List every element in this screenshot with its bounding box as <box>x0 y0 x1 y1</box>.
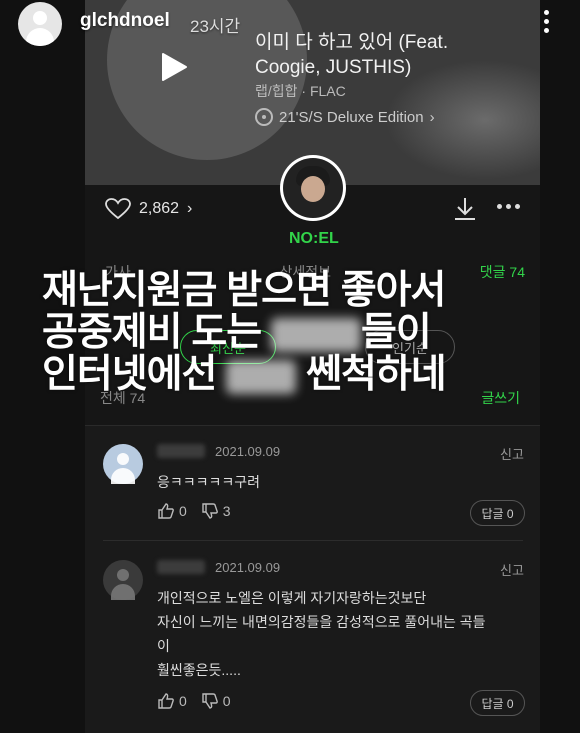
thumbs-down-icon <box>202 503 218 519</box>
comment-actions: 0 3 <box>157 502 231 520</box>
story-header: glchdnoel 23시간 <box>0 0 580 48</box>
story-timestamp: 23시간 <box>190 17 241 36</box>
divider <box>103 540 523 541</box>
play-icon[interactable] <box>160 52 188 82</box>
caption-line-2: 공중제비 도는 들이 <box>42 311 432 354</box>
caption-line-1: 재난지원금 받으면 좋아서 <box>42 269 446 312</box>
comment-text: 개인적으로 노엘은 이렇게 자기자랑하는것보단 자신이 느끼는 내면의감정들을 … <box>157 590 486 678</box>
report-button[interactable]: 신고 <box>500 560 524 579</box>
story-avatar[interactable] <box>18 2 62 46</box>
like-comment-button[interactable]: 0 <box>157 692 187 710</box>
chevron-right-icon: › <box>429 108 435 126</box>
avatar[interactable] <box>103 444 143 484</box>
comment-date: 2021.09.09 <box>215 444 281 459</box>
comment-text: 응ㅋㅋㅋㅋㅋ구려 <box>157 474 261 490</box>
comment-date: 2021.09.09 <box>215 560 281 575</box>
caption-line-3: 인터넷에선 쎈척하네 <box>42 353 447 396</box>
reply-button[interactable]: 답글 0 <box>470 500 525 526</box>
story-caption: 재난지원금 받으면 좋아서 공중제비 도는 들이 인터넷에선 쎈척하네 <box>42 270 562 396</box>
avatar[interactable] <box>103 560 143 600</box>
heart-icon <box>105 198 131 220</box>
comment-list: 2021.09.09 신고 응ㅋㅋㅋㅋㅋ구려 0 3 답글 0 2021.09.… <box>85 425 540 733</box>
reply-button[interactable]: 답글 0 <box>470 690 525 716</box>
thumbs-down-icon <box>202 693 218 709</box>
censored-text <box>226 359 297 394</box>
report-button[interactable]: 신고 <box>500 444 524 463</box>
download-icon[interactable] <box>452 196 478 222</box>
like-count: 2,862 <box>139 200 180 217</box>
thumbs-up-icon <box>158 503 174 519</box>
like-comment-button[interactable]: 0 <box>157 502 187 520</box>
chevron-right-icon: › <box>187 200 193 217</box>
story-username[interactable]: glchdnoel <box>80 10 170 32</box>
dislike-comment-button[interactable]: 0 <box>201 692 231 710</box>
dislike-comment-button[interactable]: 3 <box>201 502 231 520</box>
album-name: 21'S/S Deluxe Edition <box>279 108 424 126</box>
artist-name[interactable]: NO:EL <box>289 230 339 248</box>
comment-author-blurred <box>157 444 205 458</box>
more-vertical-icon[interactable] <box>540 10 552 36</box>
album-link[interactable]: 21'S/S Deluxe Edition › <box>255 108 435 126</box>
like-button[interactable]: 2,862 › <box>105 198 192 220</box>
censored-text <box>270 317 361 352</box>
comment-actions: 0 0 <box>157 692 231 710</box>
artist-avatar[interactable] <box>280 155 346 221</box>
thumbs-up-icon <box>158 693 174 709</box>
more-horizontal-icon[interactable] <box>497 204 521 212</box>
track-genre: 랩/힙합 · FLAC <box>255 83 346 99</box>
disc-icon <box>255 108 273 126</box>
comment-author-blurred <box>157 560 205 574</box>
